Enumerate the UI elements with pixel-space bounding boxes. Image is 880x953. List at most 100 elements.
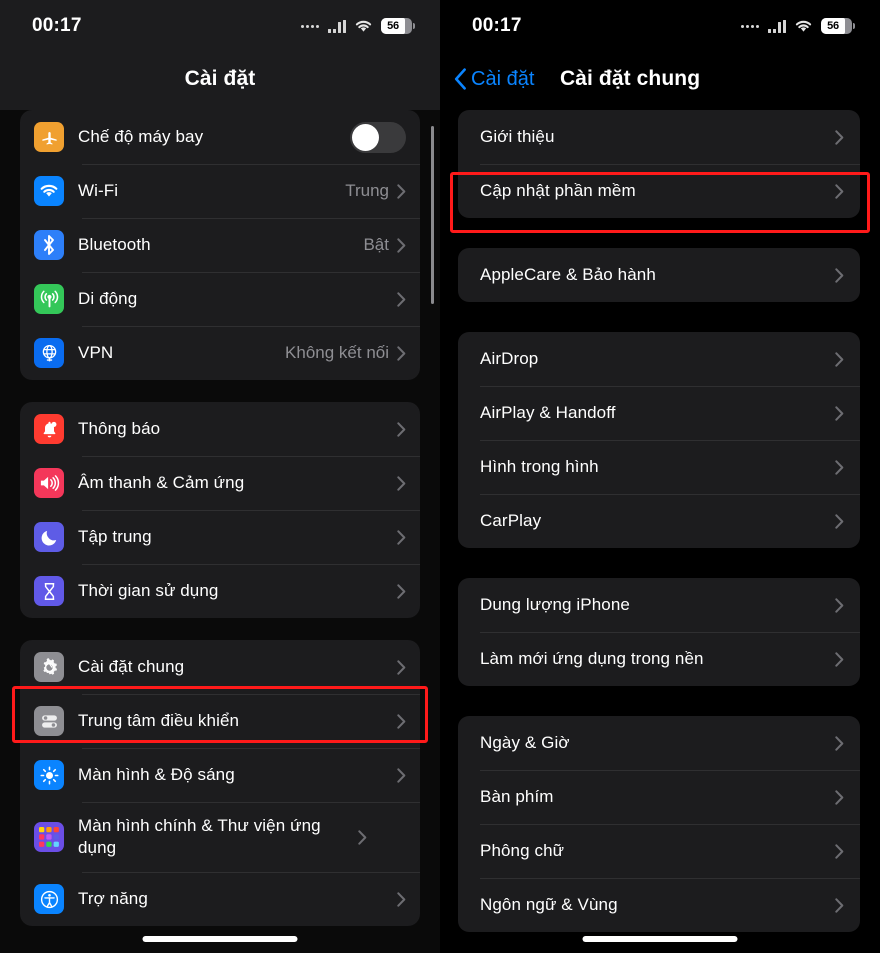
- row-cellular[interactable]: Di động: [20, 272, 420, 326]
- settings-list-right[interactable]: Giới thiệu Cập nhật phần mềm AppleCare &…: [440, 110, 880, 953]
- status-bar-left: 00:17 56: [0, 0, 440, 48]
- row-label: Ngày & Giờ: [480, 732, 570, 752]
- chevron-right-icon: [397, 291, 406, 307]
- chevron-right-icon: [835, 651, 844, 667]
- chevron-right-icon: [835, 351, 844, 367]
- row-fonts[interactable]: Phông chữ: [458, 824, 860, 878]
- row-sounds-haptics[interactable]: Âm thanh & Cảm ứng: [20, 456, 420, 510]
- row-software-update[interactable]: Cập nhật phần mềm: [458, 164, 860, 218]
- settings-group-connectivity: Chế độ máy bay Wi-Fi Trung Bluetooth Bật…: [20, 110, 420, 380]
- row-airplane-mode[interactable]: Chế độ máy bay: [20, 110, 420, 164]
- chevron-right-icon: [397, 237, 406, 253]
- row-background-app-refresh[interactable]: Làm mới ứng dụng trong nền: [458, 632, 860, 686]
- control-center-icon: [34, 706, 64, 736]
- chevron-right-icon: [358, 829, 367, 845]
- dual-screenshot-container: 00:17 56 Cài đặt Chế độ máy bay Wi-Fi Tr…: [0, 0, 880, 953]
- cellular-signal-icon: [741, 24, 759, 28]
- row-focus[interactable]: Tập trung: [20, 510, 420, 564]
- row-value: Trung: [345, 181, 389, 200]
- row-screen-time[interactable]: Thời gian sử dụng: [20, 564, 420, 618]
- row-carplay[interactable]: CarPlay: [458, 494, 860, 548]
- settings-group-general: Cài đặt chung Trung tâm điều khiển Màn h…: [20, 640, 420, 926]
- row-about[interactable]: Giới thiệu: [458, 110, 860, 164]
- chevron-right-icon: [835, 183, 844, 199]
- chevron-right-icon: [835, 405, 844, 421]
- row-wifi[interactable]: Wi-Fi Trung: [20, 164, 420, 218]
- airplane-mode-toggle[interactable]: [350, 121, 406, 153]
- cellular-icon: [34, 284, 64, 314]
- vpn-globe-icon: [34, 338, 64, 368]
- settings-group-applecare: AppleCare & Bảo hành: [458, 248, 860, 302]
- row-label: Giới thiệu: [480, 126, 555, 146]
- battery-percent: 56: [387, 20, 399, 32]
- row-home-screen-app-library[interactable]: Màn hình chính & Thư viện ứng dụng: [20, 802, 420, 872]
- row-label: Phông chữ: [480, 840, 565, 860]
- row-label: Làm mới ứng dụng trong nền: [480, 648, 704, 668]
- row-label: Cập nhật phần mềm: [480, 180, 636, 200]
- row-general-settings[interactable]: Cài đặt chung: [20, 640, 420, 694]
- row-label: VPN: [78, 342, 114, 362]
- row-label: Màn hình & Độ sáng: [78, 764, 235, 784]
- general-settings-screen: 00:17 56 Cài đặt Cài đặt chung Giới thiệ…: [440, 0, 880, 953]
- chevron-right-icon: [397, 529, 406, 545]
- row-picture-in-picture[interactable]: Hình trong hình: [458, 440, 860, 494]
- page-title: Cài đặt chung: [560, 67, 701, 90]
- hourglass-icon: [34, 576, 64, 606]
- row-label: Cài đặt chung: [78, 656, 185, 676]
- row-label: Thời gian sử dụng: [78, 580, 219, 600]
- row-control-center[interactable]: Trung tâm điều khiển: [20, 694, 420, 748]
- row-vpn[interactable]: VPN Không kết nối: [20, 326, 420, 380]
- row-airplay-handoff[interactable]: AirPlay & Handoff: [458, 386, 860, 440]
- scroll-indicator-left[interactable]: [431, 126, 434, 304]
- chevron-right-icon: [397, 659, 406, 675]
- settings-group-notifications: Thông báo Âm thanh & Cảm ứng Tập trung T…: [20, 402, 420, 618]
- settings-group-sharing: AirDrop AirPlay & Handoff Hình trong hìn…: [458, 332, 860, 548]
- status-icons-left: 56: [301, 18, 415, 34]
- wifi-icon: [794, 19, 813, 33]
- airplane-icon: [34, 122, 64, 152]
- status-icons-right: 56: [741, 18, 855, 34]
- chevron-right-icon: [835, 129, 844, 145]
- row-label: Wi-Fi: [78, 180, 119, 200]
- row-label: Chế độ máy bay: [78, 126, 204, 146]
- row-label: Thông báo: [78, 418, 161, 438]
- row-notifications[interactable]: Thông báo: [20, 402, 420, 456]
- settings-group-about-update: Giới thiệu Cập nhật phần mềm: [458, 110, 860, 218]
- row-date-time[interactable]: Ngày & Giờ: [458, 716, 860, 770]
- settings-screen: 00:17 56 Cài đặt Chế độ máy bay Wi-Fi Tr…: [0, 0, 440, 953]
- nav-bar-left: Cài đặt: [0, 48, 440, 110]
- speaker-icon: [34, 468, 64, 498]
- row-bluetooth[interactable]: Bluetooth Bật: [20, 218, 420, 272]
- row-label: Trợ năng: [78, 888, 148, 908]
- chevron-right-icon: [835, 789, 844, 805]
- row-language-region[interactable]: Ngôn ngữ & Vùng: [458, 878, 860, 932]
- home-indicator-left: [142, 936, 298, 942]
- settings-group-datetime-keyboard: Ngày & Giờ Bàn phím Phông chữ Ngôn ngữ &…: [458, 716, 860, 932]
- back-button-label: Cài đặt: [471, 67, 535, 90]
- row-applecare-warranty[interactable]: AppleCare & Bảo hành: [458, 248, 860, 302]
- row-accessibility[interactable]: Trợ năng: [20, 872, 420, 926]
- row-iphone-storage[interactable]: Dung lượng iPhone: [458, 578, 860, 632]
- status-bar-right: 00:17 56: [440, 0, 880, 48]
- chevron-left-icon: [454, 68, 467, 90]
- row-label: AirPlay & Handoff: [480, 402, 616, 422]
- chevron-right-icon: [835, 459, 844, 475]
- back-button[interactable]: Cài đặt: [454, 68, 534, 91]
- row-label: Âm thanh & Cảm ứng: [78, 472, 245, 492]
- settings-group-storage: Dung lượng iPhone Làm mới ứng dụng trong…: [458, 578, 860, 686]
- row-value: Bật: [363, 235, 389, 254]
- brightness-icon: [34, 760, 64, 790]
- chevron-right-icon: [397, 475, 406, 491]
- row-airdrop[interactable]: AirDrop: [458, 332, 860, 386]
- wifi-icon: [34, 176, 64, 206]
- row-label: Dung lượng iPhone: [480, 594, 630, 614]
- status-clock: 00:17: [472, 15, 522, 36]
- row-display-brightness[interactable]: Màn hình & Độ sáng: [20, 748, 420, 802]
- cellular-signal-icon: [301, 24, 319, 28]
- settings-list-left[interactable]: Chế độ máy bay Wi-Fi Trung Bluetooth Bật…: [0, 110, 440, 953]
- nav-bar-right: Cài đặt Cài đặt chung: [440, 48, 880, 110]
- chevron-right-icon: [835, 897, 844, 913]
- row-keyboard[interactable]: Bàn phím: [458, 770, 860, 824]
- bell-icon: [34, 414, 64, 444]
- cellular-bars-icon: [768, 19, 786, 33]
